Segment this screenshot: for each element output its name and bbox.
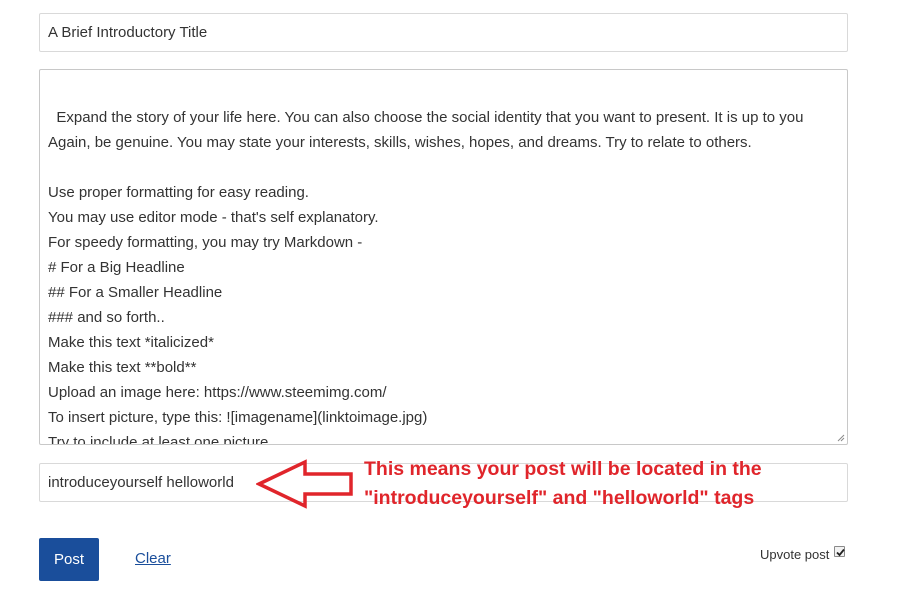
post-button[interactable]: Post [39,538,99,581]
resize-handle-icon[interactable] [837,434,845,442]
upvote-checkbox[interactable] [834,545,846,557]
annotation-line-2: "introduceyourself" and "helloworld" tag… [364,487,755,509]
upvote-option[interactable]: Upvote post [760,544,846,562]
left-arrow-icon [256,459,353,509]
clear-link[interactable]: Clear [135,550,171,567]
annotation-note: This means your post will be located in … [364,455,804,513]
title-input[interactable] [39,13,848,52]
body-textarea[interactable]: Expand the story of your life here. You … [39,69,848,445]
annotation-line-1: This means your post will be located in … [364,458,762,480]
upvote-label: Upvote post [760,546,830,562]
checkmark-icon [836,548,846,556]
body-text: Expand the story of your life here. You … [48,109,804,445]
